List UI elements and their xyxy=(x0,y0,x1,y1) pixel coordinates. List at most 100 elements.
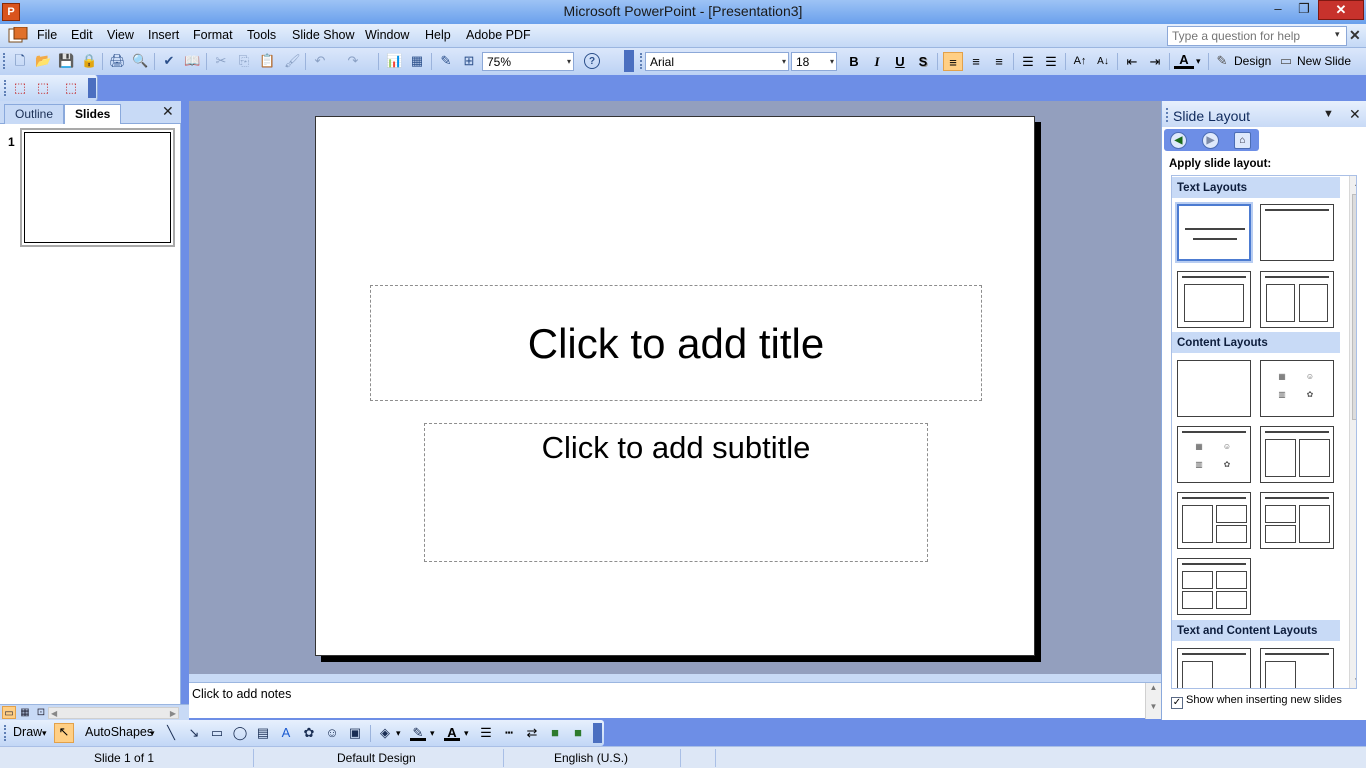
clip-art-icon[interactable]: ☺ xyxy=(324,725,340,741)
chevron-down-icon[interactable]: ▾ xyxy=(150,728,155,739)
home-icon[interactable]: ⌂ xyxy=(1234,132,1251,149)
fill-color-icon[interactable]: ◈ xyxy=(377,725,393,741)
close-pane-icon[interactable]: ✕ xyxy=(162,103,174,120)
ask-question-input[interactable] xyxy=(1167,26,1347,46)
layout-blank[interactable] xyxy=(1177,360,1251,417)
task-pane-menu-icon[interactable]: ▼ xyxy=(1323,108,1334,120)
chevron-down-icon[interactable]: ▾ xyxy=(396,728,401,739)
font-name-combo[interactable]: Arial ▾ xyxy=(645,52,789,71)
scroll-right-icon[interactable]: ▶ xyxy=(170,709,176,718)
print-icon[interactable]: 🖨 xyxy=(109,53,126,69)
show-when-inserting-label[interactable]: Show when inserting new slides xyxy=(1186,694,1342,706)
pdf-review-icon[interactable]: ⬚ xyxy=(63,80,79,96)
slide-show-view-icon[interactable]: ⊡ xyxy=(34,706,48,719)
close-button[interactable]: ✕ xyxy=(1318,0,1364,20)
menu-help[interactable]: Help xyxy=(425,28,451,42)
select-objects-icon[interactable]: ↖ xyxy=(54,723,74,743)
layout-title-2-content-and-content[interactable] xyxy=(1260,492,1334,549)
menu-view[interactable]: View xyxy=(107,28,134,42)
text-box-icon[interactable]: ▤ xyxy=(255,725,271,741)
arrow-icon[interactable]: ↘ xyxy=(186,725,202,741)
wordart-icon[interactable]: A xyxy=(278,725,294,741)
layout-title-only[interactable] xyxy=(1260,204,1334,261)
restore-button[interactable]: ❐ xyxy=(1290,0,1318,20)
toolbar-options-icon[interactable] xyxy=(624,50,634,72)
menu-tools[interactable]: Tools xyxy=(247,28,276,42)
layout-title-content-and-2-content[interactable] xyxy=(1177,492,1251,549)
forward-icon[interactable]: ▶ xyxy=(1202,132,1219,149)
scroll-thumb[interactable] xyxy=(1352,194,1356,420)
rectangle-icon[interactable]: ▭ xyxy=(209,725,225,741)
paste-icon[interactable]: 📋 xyxy=(259,53,275,69)
picture-icon[interactable]: ▣ xyxy=(347,725,363,741)
format-painter-icon[interactable]: 🖌 xyxy=(284,53,301,69)
show-grid-icon[interactable]: ⊞ xyxy=(461,53,477,69)
help-icon[interactable]: ? xyxy=(584,53,600,69)
slide-canvas[interactable]: Click to add title Click to add subtitle xyxy=(315,116,1035,656)
layout-title-and-content[interactable]: ▦ ☺ ▥ ✿ xyxy=(1177,426,1251,483)
show-when-inserting-option[interactable]: ✓ Show when inserting new slides xyxy=(1171,694,1342,709)
bold-button[interactable]: B xyxy=(844,52,864,71)
menu-format[interactable]: Format xyxy=(193,28,233,42)
zoom-combo[interactable]: 75% ▾ xyxy=(482,52,574,71)
notes-placeholder[interactable]: Click to add notes xyxy=(192,687,291,701)
document-icon[interactable] xyxy=(8,27,28,44)
horizontal-scrollbar[interactable]: ◀ ▶ xyxy=(48,707,179,719)
design-icon[interactable]: ✎ xyxy=(1214,53,1230,69)
notes-pane[interactable]: Click to add notes ▲ ▼ xyxy=(189,682,1161,719)
increase-indent-button[interactable]: ⇥ xyxy=(1145,52,1165,71)
layout-title-slide[interactable] xyxy=(1175,202,1253,263)
chevron-down-icon[interactable]: ▾ xyxy=(1196,56,1201,67)
layout-title-content-and-text[interactable] xyxy=(1260,648,1334,688)
3d-style-icon[interactable]: ■ xyxy=(570,725,586,741)
copy-icon[interactable]: ⎘ xyxy=(236,53,252,69)
slide-sorter-view-icon[interactable]: ▦ xyxy=(18,706,32,719)
chevron-down-icon[interactable]: ▾ xyxy=(42,728,47,739)
menu-file[interactable]: File xyxy=(37,28,57,42)
permission-icon[interactable]: 🔒 xyxy=(81,53,97,69)
increase-font-size-button[interactable]: A↑ xyxy=(1070,52,1090,71)
title-placeholder[interactable]: Click to add title xyxy=(370,285,982,401)
layout-title-and-text[interactable] xyxy=(1177,271,1251,328)
line-color-icon[interactable]: ✎ xyxy=(410,725,426,741)
convert-and-email-pdf-icon[interactable]: ⬚ xyxy=(35,80,51,96)
scroll-up-icon[interactable]: ▲ xyxy=(1146,683,1161,692)
subtitle-placeholder[interactable]: Click to add subtitle xyxy=(424,423,928,562)
toolbar-grip[interactable] xyxy=(640,53,643,69)
shadow-style-icon[interactable]: ■ xyxy=(547,725,563,741)
chevron-down-icon[interactable]: ▾ xyxy=(464,728,469,739)
scroll-left-icon[interactable]: ◀ xyxy=(51,709,57,718)
new-slide-icon[interactable]: ▭ xyxy=(1278,53,1294,69)
layout-title-text-and-content[interactable] xyxy=(1177,648,1251,688)
insert-chart-icon[interactable]: 📊 xyxy=(386,53,402,69)
tables-borders-icon[interactable]: ✎ xyxy=(438,53,454,69)
layout-title-and-2-column-text[interactable] xyxy=(1260,271,1334,328)
menu-adobe-pdf[interactable]: Adobe PDF xyxy=(466,28,531,42)
pane-splitter[interactable] xyxy=(189,674,1161,682)
chevron-down-icon[interactable]: ▾ xyxy=(430,728,435,739)
layout-gallery-scrollbar[interactable]: ▲ ▼ xyxy=(1349,176,1356,688)
scroll-up-icon[interactable]: ▲ xyxy=(1350,176,1356,191)
dash-style-icon[interactable]: ┅ xyxy=(501,725,517,741)
task-pane-grip[interactable] xyxy=(1166,108,1168,122)
research-icon[interactable]: 📖 xyxy=(184,53,200,69)
task-pane-close-icon[interactable]: ✕ xyxy=(1349,106,1361,123)
decrease-indent-button[interactable]: ⇤ xyxy=(1122,52,1142,71)
tab-outline[interactable]: Outline xyxy=(4,104,65,124)
draw-menu-button[interactable]: Draw xyxy=(13,725,42,739)
new-slide-button[interactable]: New Slide xyxy=(1297,54,1351,68)
menu-slide-show[interactable]: Slide Show xyxy=(292,28,355,42)
align-left-button[interactable]: ≡ xyxy=(943,52,963,71)
back-icon[interactable]: ◀ xyxy=(1170,132,1187,149)
autoshapes-menu-button[interactable]: AutoShapes xyxy=(85,725,153,739)
underline-button[interactable]: U xyxy=(890,52,910,71)
scroll-down-icon[interactable]: ▼ xyxy=(1350,673,1356,688)
layout-title-and-2-content[interactable] xyxy=(1260,426,1334,483)
center-button[interactable]: ≡ xyxy=(966,52,986,71)
design-button[interactable]: Design xyxy=(1234,54,1271,68)
shadow-button[interactable]: S xyxy=(913,52,933,71)
menu-edit[interactable]: Edit xyxy=(71,28,93,42)
toolbar-grip[interactable] xyxy=(4,80,7,96)
print-preview-icon[interactable]: 🔍 xyxy=(132,53,148,69)
tab-slides[interactable]: Slides xyxy=(64,104,122,124)
